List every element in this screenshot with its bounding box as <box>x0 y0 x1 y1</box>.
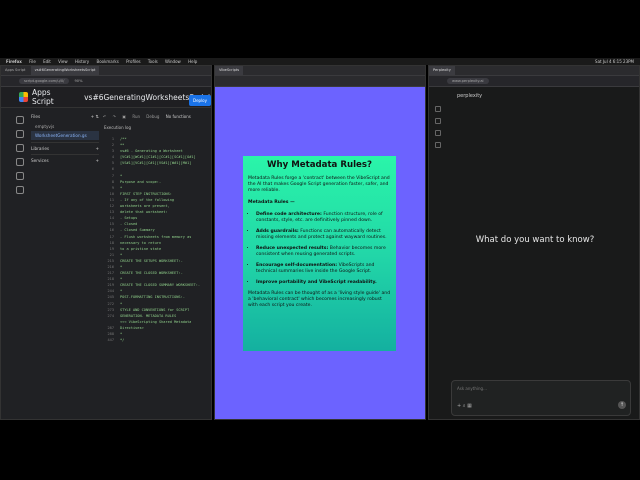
info-icon[interactable] <box>16 116 24 124</box>
menu-bookmarks[interactable]: Bookmarks <box>96 59 118 64</box>
menubar-clock: Sat Jul 4 6:15 23PM <box>595 59 634 64</box>
ask-input[interactable]: Ask anything... + ⌕ ▦ ↑ <box>451 380 631 416</box>
file-item-active[interactable]: WorksheetGeneration.gs <box>31 131 99 140</box>
code-text: POST-FORMATTING INSTRUCTIONS:- <box>120 295 185 300</box>
code-editor[interactable]: 1/** 2 ** 3 vs#6 - Generating a Worksheet 4[… <box>103 136 211 343</box>
line-number: 447 <box>107 338 115 343</box>
library-icon[interactable] <box>435 142 441 148</box>
bullet-item: Define code architecture: Function struc… <box>256 212 391 224</box>
tab-vibescripts[interactable]: VibeScripts <box>215 66 244 75</box>
code-text: CREATE THE CLOSED WORKSHEET:- <box>120 271 183 276</box>
bullet-item: Improve portability and VibeScript reada… <box>256 280 391 286</box>
bullet-item: Reduce unexpected results: Behavior beco… <box>256 246 391 258</box>
attach-icon[interactable]: + ⌕ ▦ <box>457 403 472 409</box>
address-bar-middle[interactable] <box>215 76 425 87</box>
product-name: Apps Script <box>31 88 54 106</box>
add-library-icon[interactable]: + <box>95 143 99 154</box>
code-text: Purpose and scope:- <box>120 179 162 184</box>
new-thread-icon[interactable] <box>435 106 441 112</box>
deploy-button[interactable]: Deploy <box>188 95 211 106</box>
tab-perplexity[interactable]: Perplexity <box>429 66 455 75</box>
redo-icon[interactable]: ↷ <box>113 114 116 119</box>
function-select[interactable]: No functions <box>166 114 191 119</box>
menu-edit[interactable]: Edit <box>43 59 51 64</box>
run-button[interactable]: Run <box>132 114 140 119</box>
menu-history[interactable]: History <box>75 59 89 64</box>
card-bullets: Define code architecture: Function struc… <box>248 212 391 286</box>
side-rail <box>13 116 25 200</box>
save-icon[interactable]: ▣ <box>122 114 126 119</box>
tab-project[interactable]: vs#6GeneratingWorksheetsScript <box>30 66 100 75</box>
apps-script-logo-icon <box>19 92 28 102</box>
menu-bar: Firefox File Edit View History Bookmarks… <box>0 58 640 65</box>
code-text: Directives> <box>120 325 144 330</box>
undo-icon[interactable]: ↶ <box>103 114 106 119</box>
tab-bar: Apps Script vs#6GeneratingWorksheetsScri… <box>1 66 211 76</box>
card-title: Why Metadata Rules? <box>267 160 372 170</box>
ask-input-placeholder: Ask anything... <box>457 386 487 391</box>
executions-icon[interactable] <box>16 158 24 166</box>
perplexity-window: Perplexity www.perplexity.ai perplexity … <box>428 65 640 420</box>
tab-bar-perplexity: Perplexity <box>429 66 639 76</box>
execution-log-button[interactable]: Execution log <box>104 125 131 130</box>
apps-script-header: Apps Script vs#6GeneratingWorksheetsScri… <box>1 87 211 108</box>
code-line[interactable]: 447 */ <box>103 337 211 343</box>
menu-profiles[interactable]: Profiles <box>126 59 141 64</box>
metadata-rules-card: Why Metadata Rules? Metadata Rules forge… <box>243 156 396 351</box>
url-text[interactable]: script.google.com/u/0/ <box>19 78 70 84</box>
card-subheading: Metadata Rules — <box>248 200 295 205</box>
file-panel: Files + ⇅ emptyvjs WorksheetGeneration.g… <box>31 112 99 166</box>
code-text: */ <box>120 338 125 343</box>
editor-icon[interactable] <box>16 172 24 180</box>
perplexity-sidebar <box>435 106 441 154</box>
code-text: to a pristine state <box>120 246 162 251</box>
editor-toolbar: ↶ ↷ ▣ Run Debug No functions <box>103 112 211 122</box>
settings-icon[interactable] <box>16 186 24 194</box>
perplexity-logo[interactable]: perplexity <box>457 93 482 99</box>
menu-view[interactable]: View <box>58 59 68 64</box>
debug-button[interactable]: Debug <box>146 114 159 119</box>
card-closing: Metadata Rules can be thought of as a 'l… <box>248 291 391 308</box>
menu-help[interactable]: Help <box>188 59 197 64</box>
address-bar-perplexity[interactable]: www.perplexity.ai <box>429 76 639 87</box>
card-intro: Metadata Rules forge a 'contract' betwee… <box>248 176 390 193</box>
apps-script-window: Apps Script vs#6GeneratingWorksheetsScri… <box>0 65 212 420</box>
menu-window[interactable]: Window <box>165 59 181 64</box>
code-text: [VS#1][VC#1][C#1][VS#1][W#1][M#1] <box>120 161 192 166</box>
triggers-icon[interactable] <box>16 144 24 152</box>
address-bar[interactable]: script.google.com/u/0/ 90% <box>1 76 211 87</box>
menu-app-firefox[interactable]: Firefox <box>6 59 22 64</box>
add-file-icon[interactable]: + ⇅ <box>91 112 99 122</box>
files-label: Files <box>31 114 41 119</box>
code-text: CREATE THE SETUPS WORKSHEET:- <box>120 258 183 263</box>
bullet-item: Adds guardrails: Functions can automatic… <box>256 229 391 241</box>
code-icon[interactable] <box>16 130 24 138</box>
prompt-heading: What do you want to know? <box>475 235 595 245</box>
tab-bar-middle: VibeScripts <box>215 66 425 76</box>
url-text[interactable]: www.perplexity.ai <box>447 78 489 84</box>
zoom-level[interactable]: 90% <box>75 79 83 83</box>
libraries-label: Libraries <box>31 146 50 151</box>
tab-apps-script[interactable]: Apps Script <box>1 66 29 75</box>
file-item[interactable]: emptyvjs <box>31 122 99 131</box>
add-service-icon[interactable]: + <box>95 155 99 166</box>
bullet-item: Encourage self-documentation: VibeScript… <box>256 263 391 275</box>
menu-file[interactable]: File <box>29 59 36 64</box>
services-label: Services <box>31 158 49 163</box>
home-icon[interactable] <box>435 118 441 124</box>
code-text: CREATE THE CLOSED SUMMARY WORKSHEET:- <box>120 283 201 288</box>
discover-icon[interactable] <box>435 130 441 136</box>
send-icon[interactable]: ↑ <box>618 401 626 409</box>
menu-tools[interactable]: Tools <box>148 59 158 64</box>
